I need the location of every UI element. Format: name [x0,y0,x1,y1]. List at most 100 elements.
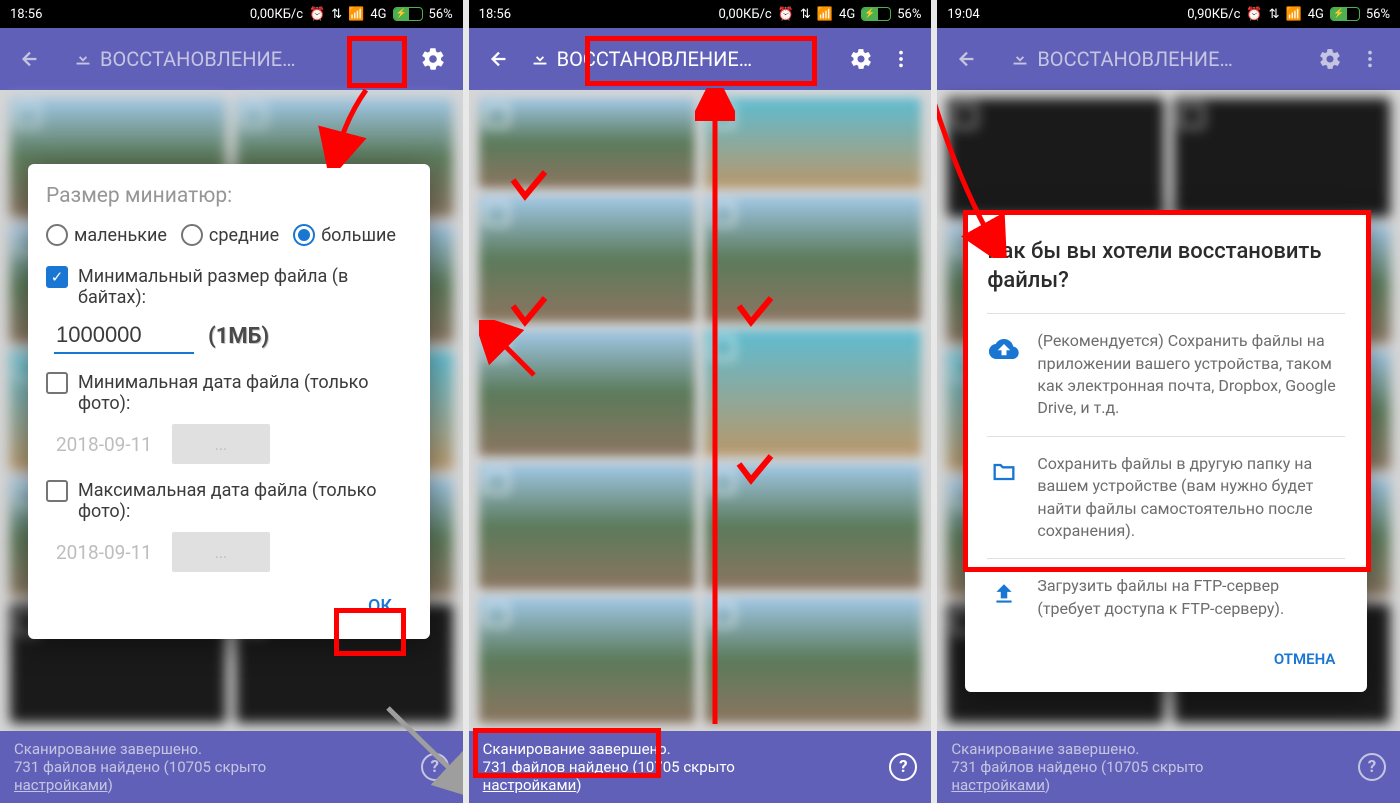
max-date-check[interactable]: Максимальная дата файла (только фото): [46,480,412,522]
footer-text: Сканирование завершено. 731 файлов найде… [483,740,735,794]
footer-bar: Сканирование завершено. 731 файлов найде… [469,731,932,803]
alarm-icon: ⏰ [1246,7,1262,22]
alarm-icon: ⏰ [309,7,325,22]
mb-annotation: (1МБ) [208,324,269,349]
battery-percent: 56% [897,7,921,22]
photo-thumb[interactable] [479,330,695,456]
help-button[interactable]: ? [1358,753,1386,781]
photo-thumb[interactable] [479,597,695,723]
radio-large[interactable]: большие [293,224,396,246]
help-button[interactable]: ? [889,753,917,781]
recovery-option-cloud[interactable]: (Рекомендуется) Сохранить файлы на прило… [987,313,1345,436]
photo-thumb[interactable] [705,464,921,590]
settings-button[interactable] [841,39,881,79]
status-speed: 0,00КБ/с [250,7,303,22]
photo-thumb[interactable] [947,98,1163,217]
max-date-picker-button[interactable]: ... [172,532,270,572]
radio-group: маленькие средние большие [46,224,412,246]
wifi-icon: ⇅ [800,7,811,22]
ok-button[interactable]: ОК [348,588,412,625]
min-date-picker-button[interactable]: ... [172,424,270,464]
recovery-method-dialog: Как бы вы хотели восстановить файлы? (Ре… [965,212,1367,692]
min-size-check[interactable]: ✓ Минимальный размер файла (в байтах): [46,266,412,308]
settings-button[interactable] [1310,39,1350,79]
wifi-icon: ⇅ [331,7,342,22]
menu-button[interactable] [881,39,921,79]
status-bar: 18:56 0,00КБ/с ⏰ ⇅ 📶 4G ⚡ 56% [469,0,932,28]
app-title-container: ВОССТАНОВЛЕНИЕ… [72,47,413,71]
gear-icon [420,46,446,72]
battery-icon: ⚡ [393,7,423,21]
app-title-text: ВОССТАНОВЛЕНИЕ… [557,47,752,71]
settings-link[interactable]: настройками [483,776,577,794]
status-time: 18:56 [479,7,511,22]
photo-thumb[interactable] [705,597,921,723]
footer-text: Сканирование завершено. 731 файлов найде… [951,740,1203,794]
gear-icon [849,47,873,71]
back-button[interactable] [10,39,50,79]
radio-small[interactable]: маленькие [46,224,167,246]
download-icon [529,48,551,70]
download-icon [72,48,94,70]
back-button[interactable] [947,39,987,79]
network-label: 4G [370,7,386,22]
cloud-upload-icon [987,332,1021,366]
status-bar: 18:56 0,00КБ/с ⏰ ⇅ 📶 4G ⚡ 56% [0,0,463,28]
screen-center: 18:56 0,00КБ/с ⏰ ⇅ 📶 4G ⚡ 56% ВОССТАНОВЛ… [469,0,932,803]
app-title-text: ВОССТАНОВЛЕНИЕ… [100,47,295,71]
network-label: 4G [1308,7,1324,22]
menu-button[interactable] [1350,39,1390,79]
footer-bar: Сканирование завершено. 731 файлов найде… [0,731,463,803]
folder-icon [987,455,1021,489]
recovery-option-folder[interactable]: Сохранить файлы в другую папку на вашем … [987,436,1345,559]
more-vert-icon [890,48,912,70]
min-date-value: 2018-09-11 [56,433,152,456]
battery-percent: 56% [1366,7,1390,22]
screen-right: 19:04 0,90КБ/с ⏰ ⇅ 📶 4G ⚡ 56% ВОССТАНОВЛ… [937,0,1400,803]
dialog-title: Как бы вы хотели восстановить файлы? [987,238,1345,295]
photo-thumb[interactable] [705,330,921,456]
screen-left: 18:56 0,00КБ/с ⏰ ⇅ 📶 4G ⚡ 56% ВОССТАНОВЛ… [0,0,463,803]
recovery-option-ftp[interactable]: Загрузить файлы на FTP-сервер (требует д… [987,558,1345,636]
app-title-container[interactable]: ВОССТАНОВЛЕНИЕ… [529,47,842,71]
settings-link[interactable]: настройками [14,776,108,794]
min-size-input[interactable] [54,318,194,354]
app-bar: ВОССТАНОВЛЕНИЕ… [469,28,932,90]
app-title-text: ВОССТАНОВЛЕНИЕ… [1037,47,1232,71]
settings-link[interactable]: настройками [951,776,1045,794]
help-button[interactable]: ? [421,753,449,781]
photo-thumb[interactable] [705,196,921,322]
cancel-button[interactable]: ОТМЕНА [1264,642,1346,676]
status-time: 19:04 [947,7,979,22]
signal-icon: 📶 [348,7,364,22]
status-bar: 19:04 0,90КБ/с ⏰ ⇅ 📶 4G ⚡ 56% [937,0,1400,28]
signal-icon: 📶 [1286,7,1302,22]
footer-bar: Сканирование завершено. 731 файлов найде… [937,731,1400,803]
status-speed: 0,90КБ/с [1187,7,1240,22]
more-vert-icon [1359,48,1381,70]
app-bar: ВОССТАНОВЛЕНИЕ… [937,28,1400,90]
signal-icon: 📶 [817,7,833,22]
min-date-check[interactable]: Минимальная дата файла (только фото): [46,372,412,414]
alarm-icon: ⏰ [778,7,794,22]
wifi-icon: ⇅ [1269,7,1280,22]
photo-thumb[interactable] [1174,98,1390,217]
footer-text: Сканирование завершено. 731 файлов найде… [14,740,266,794]
photo-gallery [469,90,932,731]
radio-medium[interactable]: средние [181,224,279,246]
network-label: 4G [839,7,855,22]
upload-icon [987,577,1021,611]
photo-thumb[interactable] [479,98,695,188]
photo-thumb[interactable] [479,464,695,590]
battery-icon: ⚡ [1330,7,1360,21]
photo-thumb[interactable] [705,98,921,188]
max-date-value: 2018-09-11 [56,541,152,564]
dialog-title: Размер миниатюр: [46,184,412,208]
gear-icon [1318,47,1342,71]
back-button[interactable] [479,39,519,79]
settings-button[interactable] [413,39,453,79]
status-time: 18:56 [10,7,42,22]
battery-icon: ⚡ [861,7,891,21]
app-bar: ВОССТАНОВЛЕНИЕ… [0,28,463,90]
photo-thumb[interactable] [479,196,695,322]
